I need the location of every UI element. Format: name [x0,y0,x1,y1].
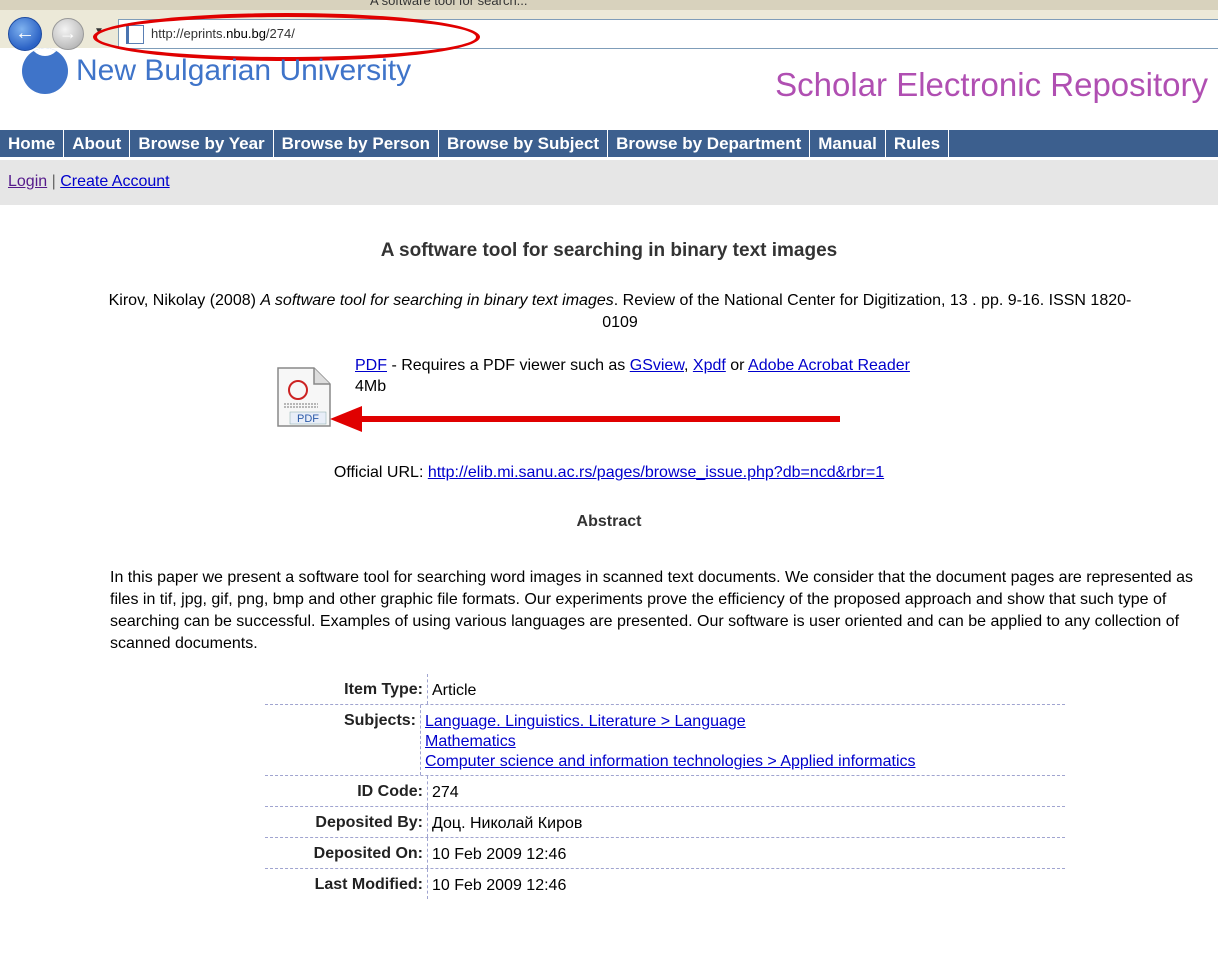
pdf-file-icon[interactable]: PDF [272,366,338,428]
acrobat-reader-link[interactable]: Adobe Acrobat Reader [748,357,910,374]
nav-about[interactable]: About [64,130,131,157]
page-title: A software tool for searching in binary … [380,240,838,261]
subject-link-applied-informatics[interactable]: Computer science and information technol… [425,752,945,772]
create-account-link[interactable]: Create Account [60,173,169,190]
nav-manual[interactable]: Manual [810,130,886,157]
pdf-download-line: PDF - Requires a PDF viewer such as GSvi… [355,357,910,375]
nav-browse-person[interactable]: Browse by Person [274,130,439,157]
item-type-value: Article [427,674,1065,704]
file-size: 4Mb [355,378,387,395]
nav-browse-department[interactable]: Browse by Department [608,130,811,157]
pdf-requires-text: - Requires a PDF viewer such as [387,357,630,374]
citation-details: . Review of the National Center for Digi… [602,292,1132,331]
nav-browse-subject[interactable]: Browse by Subject [439,130,609,157]
nav-browse-year[interactable]: Browse by Year [130,130,274,157]
pdf-icon-label: PDF [297,413,319,425]
subject-link-language[interactable]: Language. Linguistics. Literature > Lang… [425,713,746,730]
item-type-label: Item Type: [344,681,423,698]
nav-rules[interactable]: Rules [886,130,950,157]
repository-name: Scholar Electronic Repository [775,66,1208,103]
account-bar: Login | Create Account [0,160,1218,205]
xpdf-link[interactable]: Xpdf [693,357,726,374]
account-separator: | [51,173,56,190]
last-modified-value: 10 Feb 2009 12:46 [427,869,1065,899]
main-nav: Home About Browse by Year Browse by Person B… [0,130,1218,157]
citation: Kirov, Nikolay (2008) A software tool fo… [100,290,1140,334]
nav-home[interactable]: Home [0,130,65,157]
deposited-on-label: Deposited On: [313,845,423,862]
back-arrow-icon[interactable]: ← [8,17,42,51]
metadata-table: Item Type: Article Subjects: Language. L… [265,674,1065,899]
table-row: Last Modified: 10 Feb 2009 12:46 [265,869,1065,899]
gsview-link[interactable]: GSview [630,357,684,374]
window-title: A software tool for search... [370,0,528,8]
deposited-on-value: 10 Feb 2009 12:46 [427,838,1065,868]
deposited-by-value: Доц. Николай Киров [427,807,1065,837]
last-modified-label: Last Modified: [314,876,423,893]
login-link[interactable]: Login [8,173,47,190]
annotation-arrow [330,406,840,432]
abstract-heading: Abstract [576,513,642,530]
citation-author: Kirov, Nikolay (2008) [108,292,256,309]
table-row: Deposited On: 10 Feb 2009 12:46 [265,838,1065,869]
table-row: Deposited By: Доц. Николай Киров [265,807,1065,838]
viewer-separator: , [684,357,693,374]
id-code-value: 274 [427,776,1065,806]
table-row: ID Code: 274 [265,776,1065,807]
deposited-by-label: Deposited By: [315,814,423,831]
pdf-link[interactable]: PDF [355,357,387,374]
subjects-value: Language. Linguistics. Literature > Lang… [420,705,1065,775]
table-row: Subjects: Language. Linguistics. Literat… [265,705,1065,776]
forward-arrow-icon[interactable]: → [52,18,84,50]
id-code-label: ID Code: [357,783,423,800]
official-url-line: Official URL: http://elib.mi.sanu.ac.rs/… [0,464,1218,482]
window-title-strip: A software tool for search... [0,0,1218,10]
subjects-label: Subjects: [343,712,416,729]
subject-link-mathematics[interactable]: Mathematics [425,733,516,750]
abstract-text: In this paper we present a software tool… [110,569,1193,652]
university-logo-icon[interactable] [22,48,68,94]
table-row: Item Type: Article [265,674,1065,705]
viewer-or: or [725,357,749,374]
citation-title: A software tool for searching in binary … [260,292,614,309]
official-url-link[interactable]: http://elib.mi.sanu.ac.rs/pages/browse_i… [428,464,884,481]
official-url-label: Official URL: [333,464,428,481]
university-name[interactable]: New Bulgarian University [76,54,411,88]
